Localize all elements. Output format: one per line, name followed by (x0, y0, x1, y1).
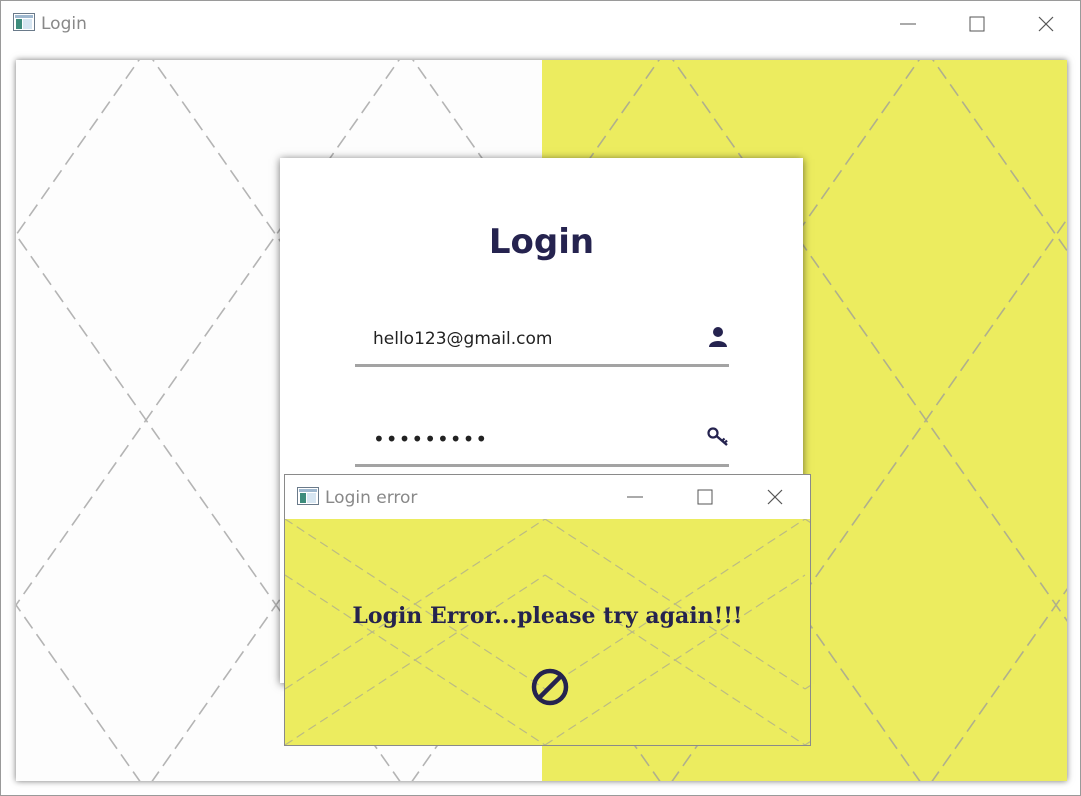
login-error-dialog: Login error Login Error...please try aga… (284, 474, 811, 746)
close-button[interactable] (1011, 1, 1081, 47)
window-titlebar[interactable]: Login (1, 1, 1080, 47)
password-input[interactable] (373, 426, 673, 452)
minimize-icon (900, 23, 916, 25)
email-input[interactable] (373, 326, 673, 352)
dialog-close-button[interactable] (740, 475, 810, 519)
dialog-minimize-button[interactable] (600, 475, 670, 519)
email-field (355, 316, 729, 367)
user-icon (709, 327, 727, 347)
login-heading: Login (488, 222, 595, 262)
window-title: Login (41, 14, 87, 34)
prohibited-icon (531, 668, 569, 706)
close-icon (767, 489, 783, 505)
dialog-body: Login Error...please try again!!! (285, 519, 810, 745)
key-icon (707, 427, 728, 446)
dialog-titlebar[interactable]: Login error (285, 475, 810, 519)
minimize-icon (627, 496, 643, 498)
diamond-pattern (285, 519, 810, 745)
close-icon (1038, 16, 1054, 32)
dialog-title: Login error (325, 488, 418, 508)
minimize-button[interactable] (873, 1, 943, 47)
password-field (355, 416, 729, 467)
app-window-icon (13, 13, 35, 31)
maximize-button[interactable] (942, 1, 1012, 47)
error-message: Login Error...please try again!!! (352, 603, 743, 629)
maximize-icon (697, 489, 713, 505)
dialog-maximize-button[interactable] (670, 475, 740, 519)
maximize-icon (969, 16, 985, 32)
app-window-icon (297, 487, 319, 505)
